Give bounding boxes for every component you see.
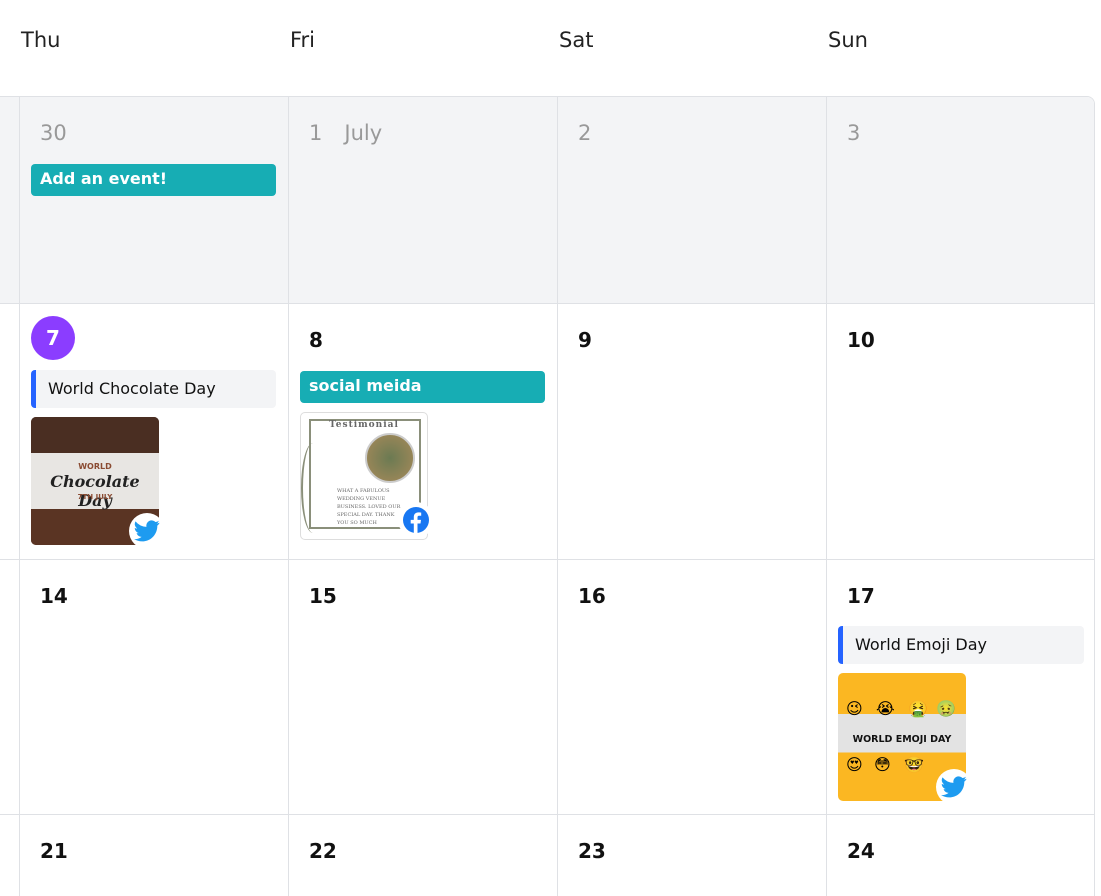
- twitter-bird-icon: [936, 769, 972, 805]
- day-number: 22: [309, 839, 337, 863]
- calendar-cell-jul-7[interactable]: 7 World Chocolate Day WORLD Chocolate Da…: [19, 304, 288, 560]
- scheduled-post-thumbnail[interactable]: 😉 😭 🤮 🤢 WORLD EMOJI DAY 😍 😳 🤓: [838, 673, 972, 805]
- leaf-decoration: [301, 443, 325, 533]
- post-image-text: WORLD EMOJI DAY: [852, 734, 952, 745]
- today-day-number: 7: [31, 316, 75, 360]
- weekday-sat: Sat: [559, 28, 594, 52]
- day-number: 15: [309, 584, 337, 608]
- calendar-cell-jul-17[interactable]: 17 World Emoji Day 😉 😭 🤮 🤢 WORLD EMOJI DAY …: [826, 560, 1094, 815]
- calendar-cell-jul-1[interactable]: 1 July: [288, 97, 557, 304]
- day-number: 10: [847, 328, 875, 352]
- day-number: 3: [847, 121, 861, 145]
- calendar-cell-jul-21[interactable]: 21: [19, 815, 288, 896]
- calendar-cell-partial[interactable]: [0, 560, 19, 815]
- calendar-cell-jul-8[interactable]: 8 social meida Testimonial WHAT A FABULO…: [288, 304, 557, 560]
- post-image-text: 7TH JULY: [77, 493, 113, 501]
- day-number: 23: [578, 839, 606, 863]
- event-world-emoji-day[interactable]: World Emoji Day: [838, 626, 1084, 664]
- month-label: July: [344, 121, 383, 145]
- calendar-cell-partial[interactable]: [0, 815, 19, 896]
- calendar-cell-jul-3[interactable]: 3: [826, 97, 1094, 304]
- day-number: 1: [309, 121, 323, 145]
- weekday-fri: Fri: [290, 28, 316, 52]
- note-social-meida[interactable]: social meida: [300, 371, 545, 403]
- calendar-cell-jun-30[interactable]: 30 Add an event!: [19, 97, 288, 304]
- calendar-cell-jul-9[interactable]: 9: [557, 304, 826, 560]
- day-number: 2: [578, 121, 592, 145]
- day-number: 14: [40, 584, 68, 608]
- day-number: 9: [578, 328, 592, 352]
- day-number: 16: [578, 584, 606, 608]
- calendar-cell-partial[interactable]: [0, 97, 19, 304]
- calendar-cell-jul-22[interactable]: 22: [288, 815, 557, 896]
- scheduled-post-thumbnail[interactable]: Testimonial WHAT A FABULOUS WEDDING VENU…: [300, 412, 434, 540]
- day-number: 30: [40, 121, 67, 145]
- calendar-cell-jul-10[interactable]: 10: [826, 304, 1094, 560]
- calendar-grid: 30 Add an event! 1 July 2 3 7 World Choco…: [0, 96, 1095, 896]
- twitter-bird-icon: [129, 513, 165, 549]
- calendar-cell-jul-14[interactable]: 14: [19, 560, 288, 815]
- calendar-cell-jul-15[interactable]: 15: [288, 560, 557, 815]
- day-number: 24: [847, 839, 875, 863]
- post-image-text: WHAT A FABULOUS WEDDING VENUE BUSINESS. …: [337, 488, 401, 526]
- day-number: 17: [847, 584, 875, 608]
- event-world-chocolate-day[interactable]: World Chocolate Day: [31, 370, 276, 408]
- post-image-text: WORLD: [78, 462, 112, 471]
- post-image-text: Chocolate Day: [50, 472, 140, 510]
- calendar-cell-jul-23[interactable]: 23: [557, 815, 826, 896]
- weekday-sun: Sun: [828, 28, 868, 52]
- calendar-cell-jul-24[interactable]: 24: [826, 815, 1094, 896]
- facebook-f-icon: [398, 502, 434, 538]
- post-image-text: Testimonial: [329, 420, 399, 430]
- day-label: 1 July: [309, 121, 382, 145]
- day-number: 8: [309, 328, 323, 352]
- calendar-cell-partial[interactable]: [0, 304, 19, 560]
- day-number: 21: [40, 839, 68, 863]
- calendar-cell-jul-16[interactable]: 16: [557, 560, 826, 815]
- venue-photo: [365, 433, 415, 483]
- scheduled-post-thumbnail[interactable]: WORLD Chocolate Day 7TH JULY: [31, 417, 165, 549]
- weekday-thu: Thu: [21, 28, 61, 52]
- add-event-note[interactable]: Add an event!: [31, 164, 276, 196]
- calendar-cell-jul-2[interactable]: 2: [557, 97, 826, 304]
